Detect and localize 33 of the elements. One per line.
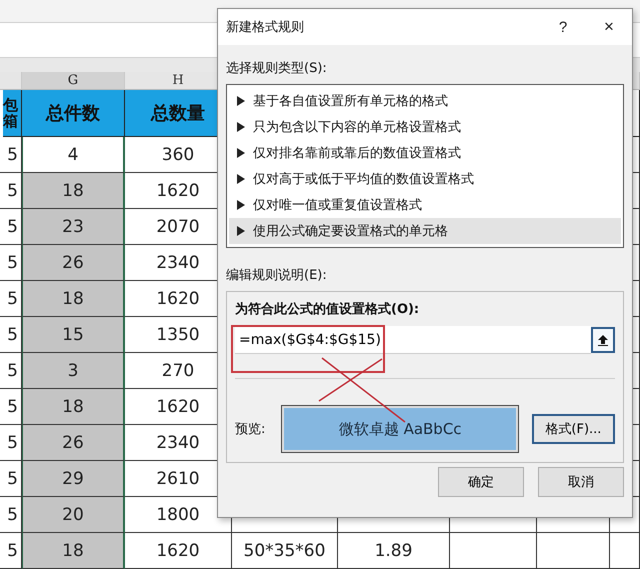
table-cell: 5 (0, 245, 22, 281)
table-cell: 26 (22, 245, 125, 281)
table-cell: 5 (0, 137, 22, 173)
table-cell: 5 (0, 497, 22, 533)
table-cell: 5 (0, 425, 22, 461)
table-cell: 5 (0, 533, 22, 569)
preview-label: 预览: (235, 421, 266, 438)
column-header: 总件数 (22, 90, 125, 137)
table-cell: 4 (22, 137, 125, 173)
table-cell: 20 (22, 497, 125, 533)
table-cell: 1.89 (338, 533, 450, 569)
table-cell: 18 (22, 533, 125, 569)
table-cell: 5 (0, 281, 22, 317)
table-cell: 5 (0, 461, 22, 497)
column-header: 包箱 (3, 90, 22, 137)
table-cell: 5 (0, 209, 22, 245)
table-cell: 5 (0, 353, 22, 389)
table-cell: 26 (22, 425, 125, 461)
table-cell: 1620 (125, 533, 232, 569)
table-cell: 18 (22, 281, 125, 317)
table-cell: 23 (22, 209, 125, 245)
table-cell: 15 (22, 317, 125, 353)
table-cell: 18 (22, 173, 125, 209)
table-cell: 29 (22, 461, 125, 497)
table-cell: 18 (22, 389, 125, 425)
table-cell: 50*35*60 (232, 533, 338, 569)
table-cell: 5 (0, 173, 22, 209)
dialog-title: 新建格式规则 (226, 19, 305, 36)
table-cell: 3 (22, 353, 125, 389)
formula-label: 为符合此公式的值设置格式(O): (235, 301, 420, 318)
format-preview: 微软卓越 AaBbCc (282, 406, 518, 452)
table-cell: 5 (0, 317, 22, 353)
table-cell: 5 (0, 389, 22, 425)
